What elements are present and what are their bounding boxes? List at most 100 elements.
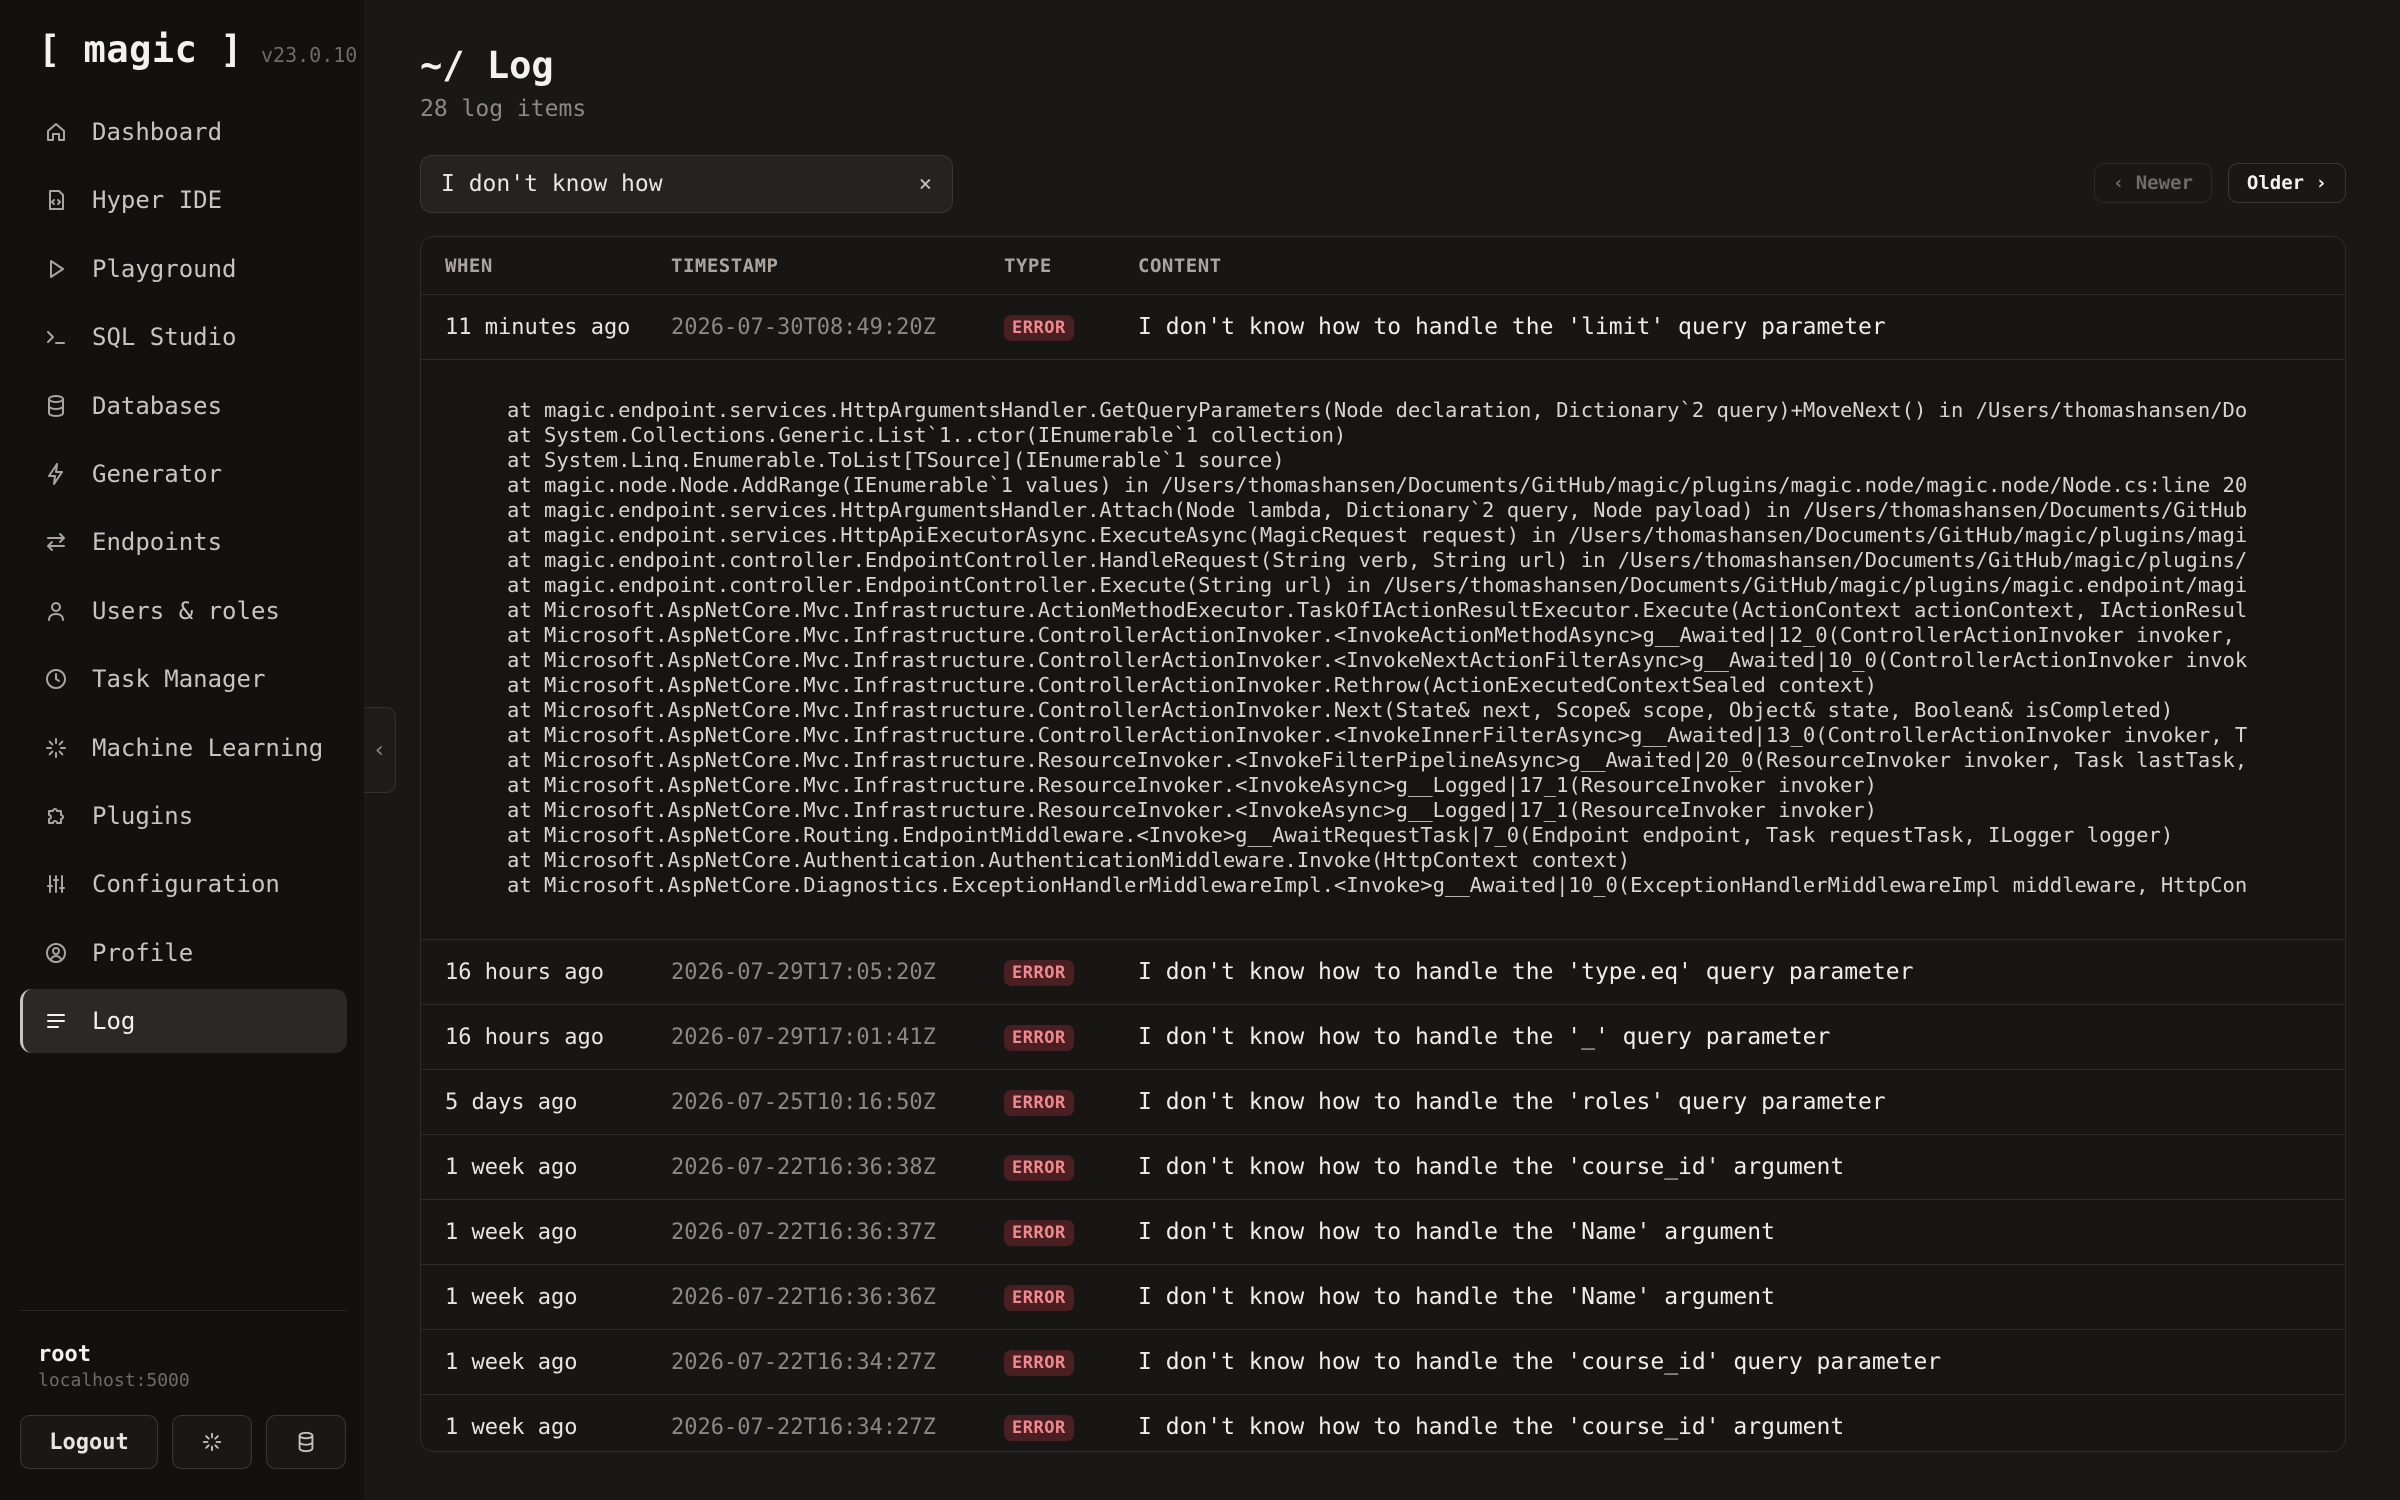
database-button[interactable] xyxy=(266,1415,346,1469)
search-input[interactable] xyxy=(441,171,919,197)
search-box: × xyxy=(420,155,953,213)
table-header: WHEN TIMESTAMP TYPE CONTENT xyxy=(421,237,2345,295)
user-icon xyxy=(42,597,70,625)
user-circle-icon xyxy=(42,939,70,967)
cell-timestamp: 2026-07-22T16:36:38Z xyxy=(671,1154,936,1180)
cell-content: I don't know how to handle the '_' query… xyxy=(1138,1024,1831,1050)
sidebar-item-label: Playground xyxy=(92,254,237,283)
cell-when: 11 minutes ago xyxy=(445,314,631,340)
table-row[interactable]: 5 days ago 2026-07-25T10:16:50Z ERROR I don… xyxy=(421,1070,2345,1135)
chevron-left-icon: ‹ xyxy=(372,737,387,763)
table-row[interactable]: 11 minutes ago 2026-07-30T08:49:20Z ERROR I… xyxy=(421,295,2345,360)
clear-search-icon[interactable]: × xyxy=(919,172,932,197)
sidebar-item-label: Profile xyxy=(92,938,194,967)
cell-when: 1 week ago xyxy=(445,1284,578,1310)
file-code-icon xyxy=(42,186,70,214)
sparkle-icon xyxy=(202,1432,222,1452)
cell-timestamp: 2026-07-22T16:36:37Z xyxy=(671,1219,936,1245)
stacktrace-line: at magic.endpoint.services.HttpArguments… xyxy=(507,398,2248,422)
cell-content: I don't know how to handle the 'course_i… xyxy=(1138,1414,1845,1440)
database-icon xyxy=(298,1431,314,1453)
sidebar-item-users-roles[interactable]: Users & roles xyxy=(20,579,347,643)
table-row[interactable]: 1 week ago 2026-07-22T16:36:37Z ERROR I don… xyxy=(421,1200,2345,1265)
cell-timestamp: 2026-07-29T17:05:20Z xyxy=(671,959,936,985)
cell-type: ERROR xyxy=(1004,1284,1138,1311)
newer-button[interactable]: ‹ Newer xyxy=(2093,163,2212,203)
sidebar-item-playground[interactable]: Playground xyxy=(20,237,347,301)
sidebar-item-label: Task Manager xyxy=(92,665,266,694)
table-row[interactable]: 1 week ago 2026-07-22T16:36:38Z ERROR I don… xyxy=(421,1135,2345,1200)
sidebar-item-profile[interactable]: Profile xyxy=(20,921,347,985)
table-row[interactable]: 16 hours ago 2026-07-29T17:01:41Z ERROR I d… xyxy=(421,1005,2345,1070)
stacktrace-line: at Microsoft.AspNetCore.Routing.Endpoint… xyxy=(507,823,2174,847)
cell-when: 1 week ago xyxy=(445,1349,578,1375)
sidebar-item-databases[interactable]: Databases xyxy=(20,374,347,438)
cell-content: I don't know how to handle the 'course_i… xyxy=(1138,1154,1845,1180)
page-subtitle: 28 log items xyxy=(420,96,587,122)
sidebar-item-sql-studio[interactable]: SQL Studio xyxy=(20,305,347,369)
sidebar-item-log[interactable]: Log xyxy=(20,989,347,1054)
cell-content: I don't know how to handle the 'type.eq'… xyxy=(1138,959,1914,985)
status-badge: ERROR xyxy=(1004,1024,1074,1051)
sidebar-item-label: Endpoints xyxy=(92,528,223,557)
stacktrace-line: at magic.endpoint.services.HttpArguments… xyxy=(507,498,2248,522)
stacktrace-line: at Microsoft.AspNetCore.Mvc.Infrastructu… xyxy=(507,748,2248,772)
cell-type: ERROR xyxy=(1004,1089,1138,1116)
arrows-exchange-icon xyxy=(42,528,70,556)
column-header-timestamp[interactable]: TIMESTAMP xyxy=(671,255,1004,277)
sidebar-item-label: Log xyxy=(92,1007,136,1036)
sidebar-item-label: Users & roles xyxy=(92,596,280,625)
cell-type: ERROR xyxy=(1004,1414,1138,1441)
sidebar-item-plugins[interactable]: Plugins xyxy=(20,784,347,848)
sidebar-item-configuration[interactable]: Configuration xyxy=(20,852,347,916)
cell-type: ERROR xyxy=(1004,314,1138,341)
clock-icon xyxy=(42,665,70,693)
cell-when: 16 hours ago xyxy=(445,959,604,985)
sidebar-item-label: Generator xyxy=(92,459,223,488)
column-header-when[interactable]: WHEN xyxy=(421,255,671,277)
sidebar-item-endpoints[interactable]: Endpoints xyxy=(20,510,347,574)
cell-type: ERROR xyxy=(1004,1154,1138,1181)
sidebar-actions: Logout xyxy=(20,1415,346,1469)
stacktrace-line: at magic.endpoint.services.HttpApiExecut… xyxy=(507,523,2248,547)
stacktrace-line: at magic.endpoint.controller.EndpointCon… xyxy=(507,548,2248,572)
stacktrace-line: at System.Collections.Generic.List`1..ct… xyxy=(507,423,1347,447)
column-header-type[interactable]: TYPE xyxy=(1004,255,1138,277)
stacktrace-line: at System.Linq.Enumerable.ToList[TSource… xyxy=(507,448,1285,472)
column-header-content[interactable]: CONTENT xyxy=(1138,255,2345,277)
stacktrace-line: at Microsoft.AspNetCore.Mvc.Infrastructu… xyxy=(507,723,2248,747)
cell-timestamp: 2026-07-29T17:01:41Z xyxy=(671,1024,936,1050)
sidebar-item-label: SQL Studio xyxy=(92,323,237,352)
play-icon xyxy=(42,255,70,283)
home-icon xyxy=(42,118,70,146)
cell-type: ERROR xyxy=(1004,959,1138,986)
table-row[interactable]: 1 week ago 2026-07-22T16:34:27Z ERROR I don… xyxy=(421,1330,2345,1395)
older-button[interactable]: Older › xyxy=(2227,163,2346,203)
cell-timestamp: 2026-07-22T16:34:27Z xyxy=(671,1414,936,1440)
sidebar-item-task-manager[interactable]: Task Manager xyxy=(20,647,347,711)
version-label: v23.0.10 xyxy=(260,43,358,67)
stacktrace-panel: at magic.endpoint.services.HttpArguments… xyxy=(421,360,2345,940)
sidebar-collapse-handle[interactable]: ‹ xyxy=(364,707,396,793)
sidebar-item-machine-learning[interactable]: Machine Learning xyxy=(20,716,347,780)
sidebar-item-generator[interactable]: Generator xyxy=(20,442,347,506)
brand[interactable]: [ magic ] v23.0.10 xyxy=(38,28,357,71)
stacktrace-line: at Microsoft.AspNetCore.Authentication.A… xyxy=(507,848,1631,872)
sidebar-item-hyper-ide[interactable]: Hyper IDE xyxy=(20,168,347,232)
sparkle-icon xyxy=(42,734,70,762)
table-row[interactable]: 1 week ago 2026-07-22T16:34:27Z ERROR I don… xyxy=(421,1395,2345,1451)
table-row[interactable]: 16 hours ago 2026-07-29T17:05:20Z ERROR I d… xyxy=(421,940,2345,1005)
table-row[interactable]: 1 week ago 2026-07-22T16:36:36Z ERROR I don… xyxy=(421,1265,2345,1330)
stacktrace-line: at Microsoft.AspNetCore.Mvc.Infrastructu… xyxy=(507,798,1877,822)
cell-timestamp: 2026-07-25T10:16:50Z xyxy=(671,1089,936,1115)
theme-toggle-button[interactable] xyxy=(172,1415,252,1469)
status-badge: ERROR xyxy=(1004,1089,1074,1116)
stacktrace-line: at magic.endpoint.controller.EndpointCon… xyxy=(507,573,2248,597)
stacktrace-line: at Microsoft.AspNetCore.Mvc.Infrastructu… xyxy=(507,698,2174,722)
cell-timestamp: 2026-07-22T16:34:27Z xyxy=(671,1349,936,1375)
status-badge: ERROR xyxy=(1004,1219,1074,1246)
status-badge: ERROR xyxy=(1004,1284,1074,1311)
logout-button[interactable]: Logout xyxy=(20,1415,158,1469)
brand-logo: [ magic ] xyxy=(38,28,243,71)
sidebar-item-dashboard[interactable]: Dashboard xyxy=(20,100,347,164)
